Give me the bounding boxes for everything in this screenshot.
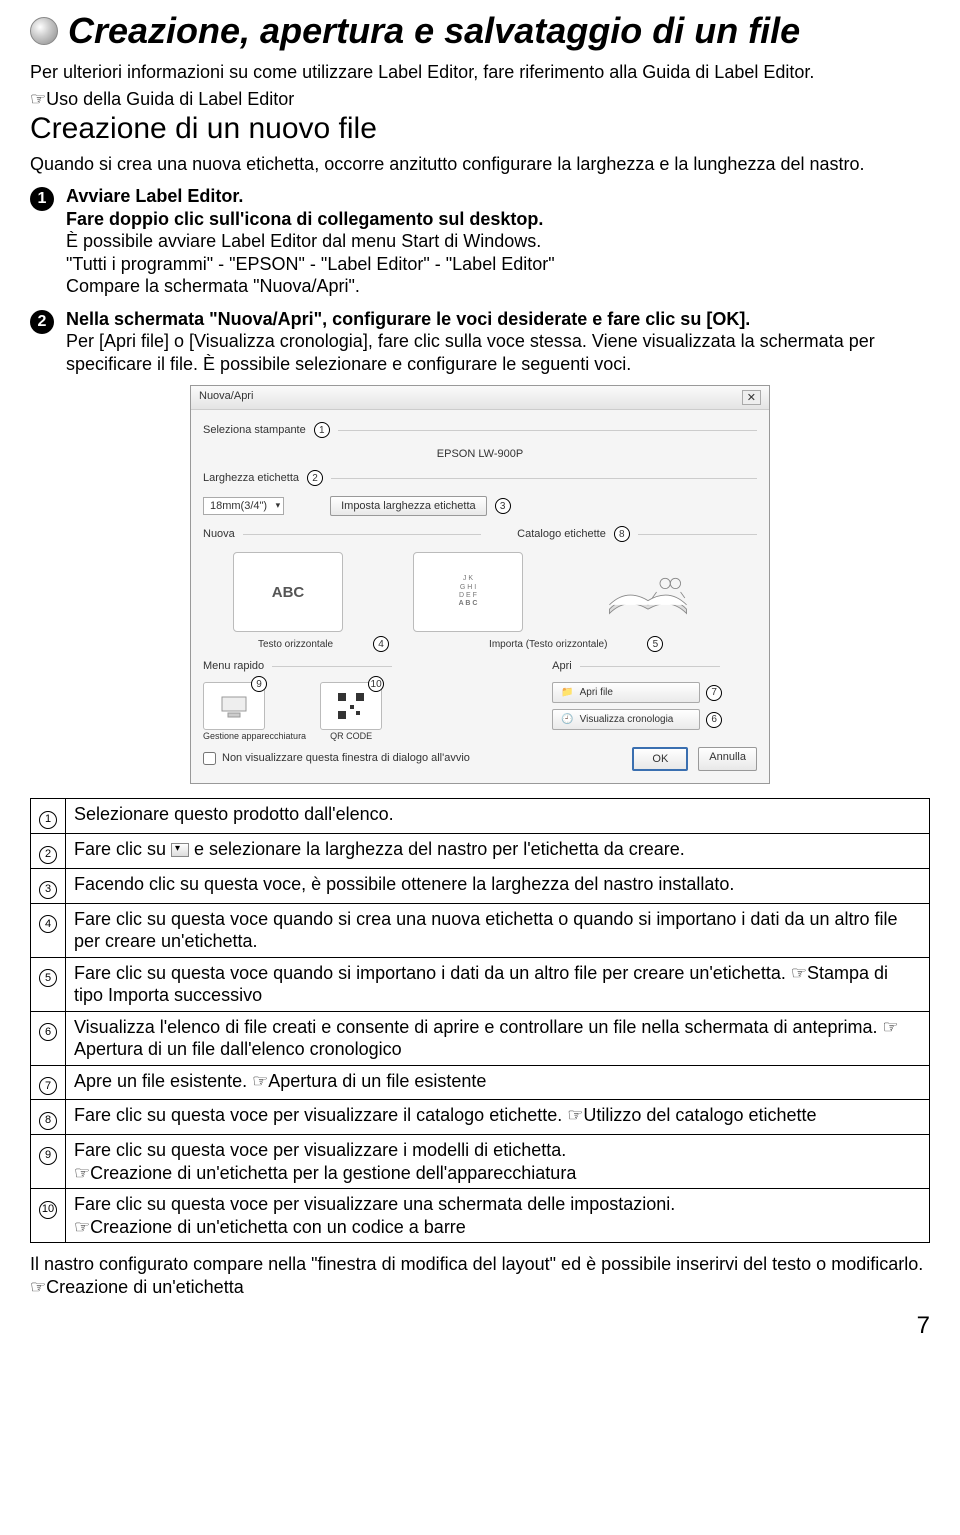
label-non-visualizzare: Non visualizzare questa finestra di dial…	[222, 752, 470, 764]
hand-icon: ☞	[30, 89, 46, 109]
callout-7: 7	[706, 685, 722, 701]
callout-1: 1	[314, 422, 330, 438]
label-catalogo: Catalogo etichette	[517, 528, 606, 540]
callout-8: 8	[614, 526, 630, 542]
annulla-button[interactable]: Annulla	[698, 747, 757, 771]
outro-text: Il nastro configurato compare nella "fin…	[30, 1253, 930, 1298]
hand-icon: ☞	[791, 963, 807, 983]
equipment-icon	[214, 691, 254, 721]
caption-gestione: Gestione apparecchiatura	[203, 732, 306, 742]
callout-4: 4	[373, 636, 389, 652]
callout-6: 6	[706, 712, 722, 728]
label-nuova: Nuova	[203, 528, 235, 540]
label-seleziona-stampante: Seleziona stampante	[203, 424, 306, 436]
step-2-body: Nella schermata "Nuova/Apri", configurar…	[66, 308, 930, 376]
table-row: 3Facendo clic su questa voce, è possibil…	[31, 868, 930, 903]
table-row: 10Fare clic su questa voce per visualizz…	[31, 1189, 930, 1243]
ref-link: ☞Uso della Guida di Label Editor	[30, 89, 930, 110]
callout-9: 9	[251, 676, 267, 692]
hand-icon: ☞	[30, 1277, 46, 1297]
visualizza-cronologia-button[interactable]: 🕘Visualizza cronologia	[552, 709, 700, 730]
thumb-importa[interactable]: J KG H ID E FA B C	[413, 552, 523, 632]
table-row: 2Fare clic su e selezionare la larghezza…	[31, 833, 930, 868]
caption-importa: Importa (Testo orizzontale)	[489, 639, 607, 650]
thumb-catalogo[interactable]	[593, 552, 703, 632]
callout-5: 5	[647, 636, 663, 652]
subheading: Creazione di un nuovo file	[30, 112, 930, 146]
callout-2: 2	[307, 470, 323, 486]
nuova-apri-dialog: Nuova/Apri ✕ Seleziona stampante 1 EPSON…	[190, 385, 770, 784]
page-number: 7	[30, 1312, 930, 1340]
close-icon[interactable]: ✕	[742, 390, 761, 405]
callout-3: 3	[495, 498, 511, 514]
width-select[interactable]: 18mm(3/4")	[203, 497, 284, 515]
table-row: 6Visualizza l'elenco di file creati e co…	[31, 1011, 930, 1065]
hand-icon: ☞	[74, 1217, 90, 1237]
book-icon	[603, 562, 693, 622]
hand-icon: ☞	[252, 1071, 268, 1091]
printer-name: EPSON LW-900P	[437, 448, 523, 460]
table-row: 4Fare clic su questa voce quando si crea…	[31, 903, 930, 957]
hand-icon: ☞	[567, 1105, 583, 1125]
caption-qr: QR CODE	[320, 732, 382, 742]
table-row: 5Fare clic su questa voce quando si impo…	[31, 957, 930, 1011]
imposta-larghezza-button[interactable]: Imposta larghezza etichetta	[330, 496, 487, 516]
label-larghezza: Larghezza etichetta	[203, 472, 299, 484]
caption-testo-or: Testo orizzontale	[258, 639, 333, 650]
apri-file-button[interactable]: 📁Apri file	[552, 682, 700, 703]
table-row: 8Fare clic su questa voce per visualizza…	[31, 1100, 930, 1135]
step-number-1: 1	[30, 187, 54, 211]
step-1-body: Avviare Label Editor. Fare doppio clic s…	[66, 185, 930, 298]
table-row: 9Fare clic su questa voce per visualizza…	[31, 1135, 930, 1189]
callout-table: 1Selezionare questo prodotto dall'elenco…	[30, 798, 930, 1243]
callout-10: 10	[368, 676, 384, 692]
step-number-2: 2	[30, 310, 54, 334]
hand-icon: ☞	[74, 1163, 90, 1183]
page-title: Creazione, apertura e salvataggio di un …	[68, 10, 800, 52]
thumb-testo-orizzontale[interactable]: ABC	[233, 552, 343, 632]
hand-icon: ☞	[883, 1017, 899, 1037]
label-menu-rapido: Menu rapido	[203, 660, 264, 672]
dropdown-icon	[171, 843, 189, 857]
folder-icon: 📁	[561, 687, 573, 698]
table-row: 1Selezionare questo prodotto dall'elenco…	[31, 798, 930, 833]
intro-text: Per ulteriori informazioni su come utili…	[30, 62, 930, 83]
ok-button[interactable]: OK	[632, 747, 688, 771]
label-apri: Apri	[552, 660, 572, 672]
subintro-text: Quando si crea una nuova etichetta, occo…	[30, 154, 930, 175]
non-visualizzare-checkbox[interactable]	[203, 752, 216, 765]
dialog-title: Nuova/Apri	[199, 390, 253, 405]
table-row: 7Apre un file esistente. ☞Apertura di un…	[31, 1065, 930, 1100]
qr-icon	[336, 691, 366, 721]
section-bullet-icon	[30, 17, 58, 45]
history-icon: 🕘	[561, 714, 573, 725]
